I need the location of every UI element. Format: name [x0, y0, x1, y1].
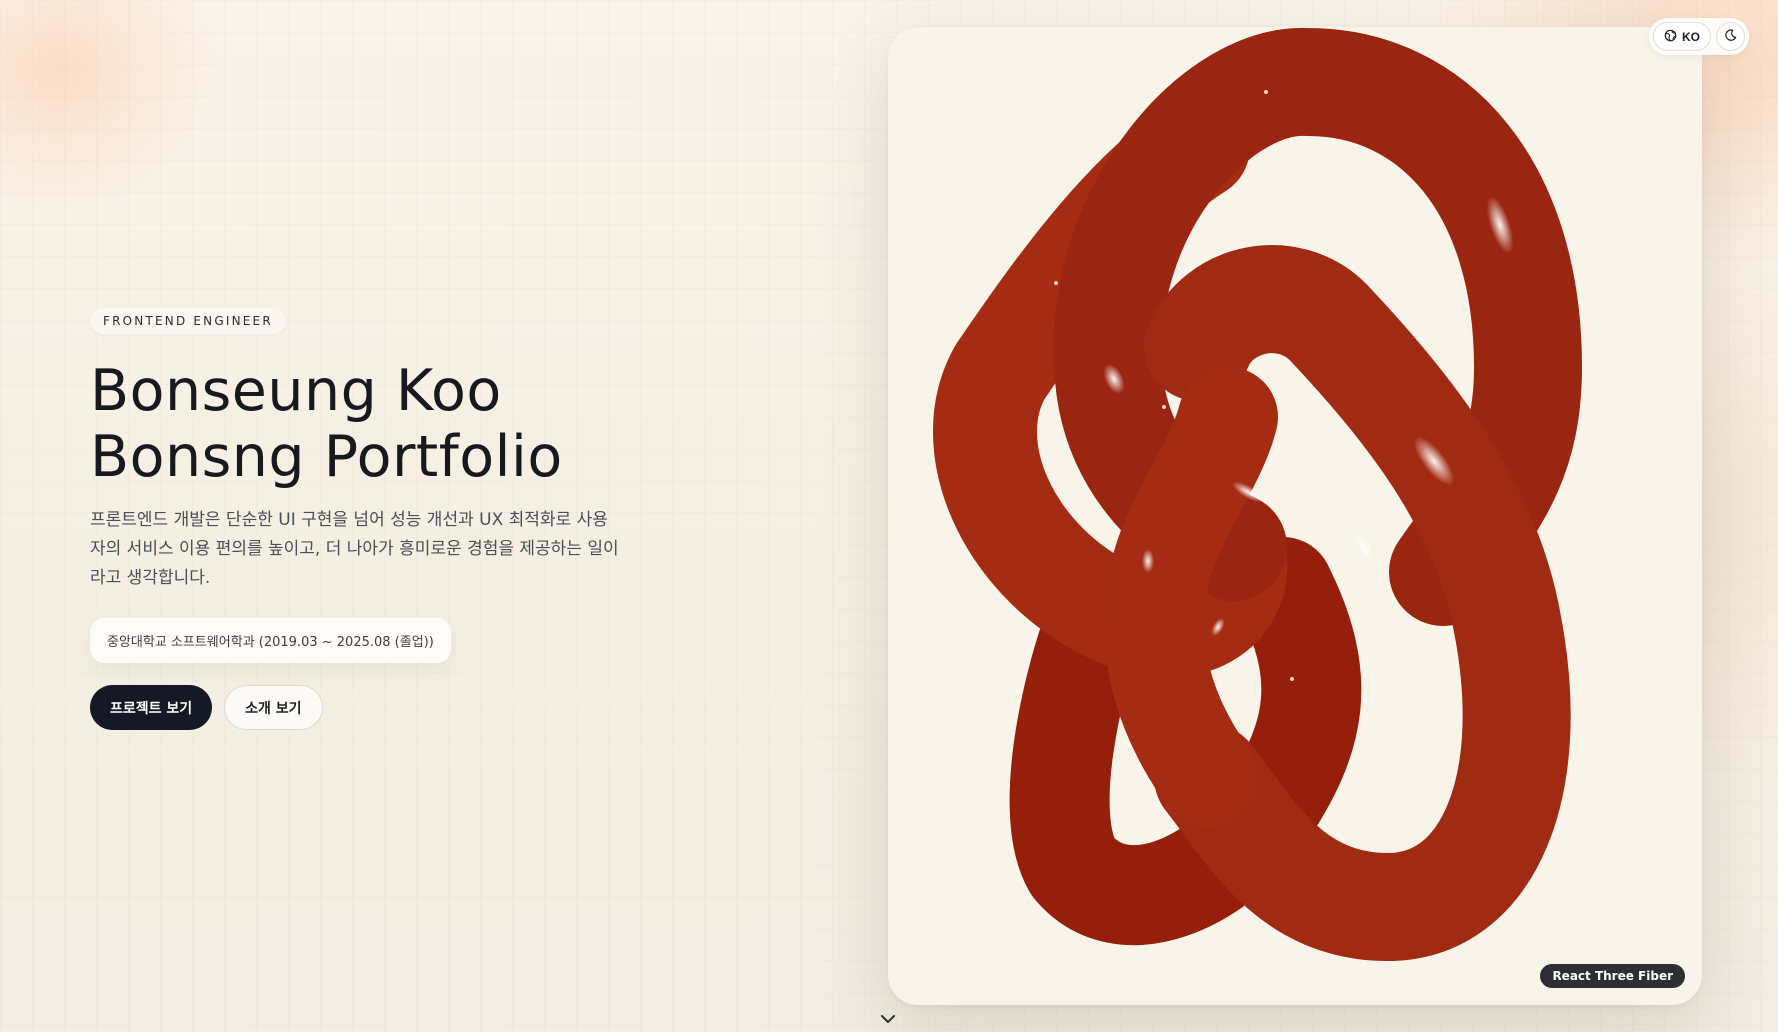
3d-visual-card[interactable]: React Three Fiber	[888, 27, 1702, 1005]
tech-stack-badge: React Three Fiber	[1540, 964, 1685, 988]
title-line-portfolio: Bonsng Portfolio	[90, 424, 563, 490]
role-badge: FRONTEND ENGINEER	[90, 308, 286, 334]
title-line-name: Bonseung Koo	[90, 358, 502, 424]
chevron-down-icon	[879, 1010, 897, 1029]
page-title: Bonseung Koo Bonsng Portfolio	[90, 358, 650, 490]
scroll-down-indicator[interactable]	[879, 1010, 897, 1029]
view-projects-button[interactable]: 프로젝트 보기	[90, 685, 213, 730]
globe-icon	[1664, 29, 1677, 45]
education-card: 중앙대학교 소프트웨어학과 (2019.03 ~ 2025.08 (졸업))	[90, 618, 451, 663]
language-toggle-button[interactable]: KO	[1653, 22, 1711, 51]
moon-icon	[1724, 28, 1737, 45]
intro-description: 프론트엔드 개발은 단순한 UI 구현을 넘어 성능 개선과 UX 최적화로 사…	[90, 510, 619, 588]
view-about-button[interactable]: 소개 보기	[224, 685, 323, 730]
header-controls: KO	[1649, 18, 1749, 55]
theme-toggle-button[interactable]	[1716, 22, 1745, 51]
knot-3d-canvas[interactable]	[888, 27, 1702, 1005]
language-label: KO	[1682, 29, 1700, 44]
hero-actions: 프로젝트 보기 소개 보기	[90, 685, 650, 730]
hero-section: FRONTEND ENGINEER Bonseung Koo Bonsng Po…	[90, 308, 650, 730]
